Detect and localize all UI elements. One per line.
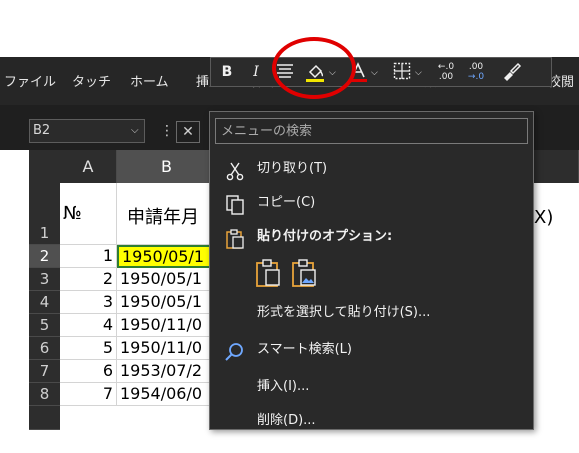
menu-item-smart-lookup[interactable]: スマート検索(L) xyxy=(210,335,533,365)
chevron-down-icon[interactable]: ⌵ xyxy=(131,119,139,143)
font-color-icon xyxy=(349,62,367,82)
borders-button[interactable] xyxy=(391,61,413,83)
cell-a6[interactable]: 5 xyxy=(60,337,117,360)
name-box[interactable]: B2 xyxy=(29,119,145,143)
cell-a5[interactable]: 4 xyxy=(60,314,117,337)
menu-item-label: 貼り付けのオプション: xyxy=(257,229,393,244)
header-fragment: Ⅹ) xyxy=(534,207,554,228)
menu-item-label: スマート検索(L) xyxy=(257,342,352,357)
cell-b3[interactable]: 1950/05/1 xyxy=(117,268,217,291)
select-all-corner[interactable] xyxy=(29,150,86,183)
tab-file[interactable]: ファイル xyxy=(4,73,56,93)
format-painter-button[interactable] xyxy=(499,61,523,83)
row-header-4[interactable]: 4 xyxy=(29,291,60,314)
paintbrush-icon xyxy=(504,62,522,81)
cell-b5[interactable]: 1950/11/0 xyxy=(117,314,217,337)
menu-item-insert[interactable]: 挿入(I)... xyxy=(210,372,533,402)
cell-a3[interactable]: 2 xyxy=(60,268,117,291)
magnifier-icon xyxy=(225,343,243,361)
fill-color-button[interactable] xyxy=(303,61,327,83)
menu-item-label: コピー(C) xyxy=(257,195,316,210)
menu-item-paste-special[interactable]: 形式を選択して貼り付け(S)... xyxy=(210,298,533,328)
borders-icon xyxy=(393,62,411,80)
decrease-decimal-button[interactable]: ←.0 .00 xyxy=(433,61,459,84)
row-header-8[interactable]: 8 xyxy=(29,383,60,406)
cell-a7[interactable]: 6 xyxy=(60,360,117,383)
menu-item-paste-options-heading: 貼り付けのオプション: xyxy=(210,222,533,252)
copy-icon xyxy=(226,195,244,215)
cell-a2[interactable]: 1 xyxy=(60,245,117,268)
cell-b8[interactable]: 1954/06/0 xyxy=(117,383,217,406)
cell-b1[interactable]: 申請年月 xyxy=(117,183,217,245)
menu-search-input[interactable] xyxy=(216,119,527,143)
row-header-3[interactable]: 3 xyxy=(29,268,60,291)
menu-item-label: 切り取り(T) xyxy=(257,161,328,176)
row-header-2[interactable]: 2 xyxy=(29,245,60,268)
font-color-button[interactable] xyxy=(347,61,369,83)
menu-item-delete[interactable]: 削除(D)... xyxy=(210,406,533,436)
clipboard-paste-icon xyxy=(256,259,280,287)
decrease-decimal-text-bottom: .00 xyxy=(438,72,454,82)
cell-b7[interactable]: 1953/07/2 xyxy=(117,360,217,383)
header-number-label: № xyxy=(63,203,82,224)
row-header-1[interactable]: 1 xyxy=(29,183,60,245)
context-menu: 切り取り(T) コピー(C) 貼り付けのオプション: 形式を xyxy=(209,111,534,430)
row-header-5[interactable]: 5 xyxy=(29,314,60,337)
row-header-9[interactable] xyxy=(29,406,60,430)
cancel-entry-button[interactable]: ✕ xyxy=(176,121,200,143)
menu-item-label: 削除(D)... xyxy=(257,413,316,428)
paste-option-paste[interactable] xyxy=(254,258,282,288)
increase-decimal-text-bottom: →.0 xyxy=(467,72,485,82)
cell-b6[interactable]: 1950/11/0 xyxy=(117,337,217,360)
borders-dropdown-icon[interactable]: ⌵ xyxy=(415,63,422,83)
cell-b2[interactable]: 1950/05/1 xyxy=(117,245,217,268)
row-header-6[interactable]: 6 xyxy=(29,337,60,360)
menu-search-box[interactable] xyxy=(215,118,528,144)
cell-a8[interactable]: 7 xyxy=(60,383,117,406)
tab-home[interactable]: ホーム xyxy=(130,73,169,93)
paste-option-picture[interactable] xyxy=(290,258,318,288)
tab-touch[interactable]: タッチ xyxy=(72,73,111,93)
cell-a4[interactable]: 3 xyxy=(60,291,117,314)
more-options-icon[interactable]: ⋮ xyxy=(160,119,174,143)
cell-a1[interactable]: № xyxy=(60,183,117,245)
column-header-a[interactable]: A xyxy=(60,150,117,183)
scissors-icon xyxy=(226,162,244,181)
row-header-7[interactable]: 7 xyxy=(29,360,60,383)
bold-button[interactable]: B xyxy=(219,61,235,83)
menu-item-cut[interactable]: 切り取り(T) xyxy=(210,154,533,184)
header-application-date-label: 申請年月 xyxy=(127,207,199,228)
align-center-icon xyxy=(277,64,293,78)
menu-item-copy[interactable]: コピー(C) xyxy=(210,188,533,218)
italic-button[interactable]: I xyxy=(249,61,263,83)
clipboard-icon xyxy=(226,229,244,249)
align-center-button[interactable] xyxy=(274,61,296,83)
menu-item-label: 挿入(I)... xyxy=(257,379,310,394)
left-margin xyxy=(0,150,29,430)
clipboard-picture-icon xyxy=(292,259,316,287)
decrease-decimal-text-top: ←.0 xyxy=(437,62,455,72)
menu-item-label: 形式を選択して貼り付け(S)... xyxy=(257,305,431,320)
paint-bucket-icon xyxy=(306,64,324,82)
mini-toolbar: B I ⌵ ⌵ ⌵ ←.0 .00 .00 →.0 xyxy=(210,57,552,87)
font-color-dropdown-icon[interactable]: ⌵ xyxy=(371,63,378,83)
increase-decimal-button[interactable]: .00 →.0 xyxy=(463,61,489,84)
column-header-b[interactable]: B xyxy=(117,150,217,183)
cell-b4[interactable]: 1950/05/1 xyxy=(117,291,217,314)
fill-color-dropdown-icon[interactable]: ⌵ xyxy=(329,63,336,83)
increase-decimal-text-top: .00 xyxy=(468,62,484,72)
